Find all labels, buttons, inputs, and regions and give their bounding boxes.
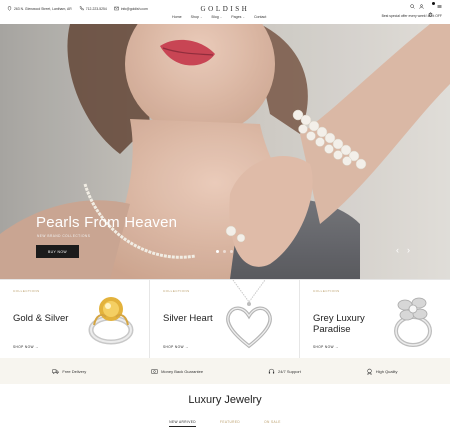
site-header: 263 N. Glenwood Street, Lantham, AR 712-… (0, 0, 450, 24)
money-back-icon (151, 368, 158, 374)
nav-label: Blog (211, 15, 219, 19)
shop-now-link[interactable]: SHOP NOW → (163, 345, 189, 349)
support-icon (268, 368, 275, 374)
nav-label: Shop (190, 15, 199, 19)
slider-dots (216, 250, 233, 253)
features-bar: Free Delivery Money Back Guarantee 24/7 … (0, 358, 450, 384)
nav-label: Home (172, 15, 182, 19)
flower-ring-image (394, 297, 432, 347)
collection-title: Grey Luxury Paradise (313, 313, 365, 335)
tab-on-sale[interactable]: ON SALE (264, 420, 281, 427)
chevron-down-icon: ⌄ (219, 15, 223, 19)
user-icon[interactable] (419, 4, 424, 9)
feature-label: High Quality (375, 368, 398, 374)
cart-button[interactable] (428, 2, 435, 17)
chevron-down-icon: ⌄ (200, 15, 203, 19)
buy-now-button[interactable]: BUY NOW (36, 245, 79, 258)
collection-eyebrow: COLLECTIONS (313, 289, 340, 293)
shop-now-link[interactable]: SHOP NOW → (313, 345, 339, 349)
site-logo[interactable]: GOLDISH (0, 5, 450, 13)
chevron-down-icon: ⌄ (242, 15, 245, 19)
feature-label: Free Delivery (62, 368, 87, 374)
feature-support: 24/7 Support (268, 368, 301, 375)
hero-model-image (0, 24, 450, 279)
feature-label: Money Back Guarantee (161, 368, 204, 374)
nav-label: Contact (253, 15, 267, 19)
nav-item-home[interactable]: Home (172, 15, 182, 19)
nav-label: Pages (231, 15, 242, 19)
main-nav: Home Shop ⌄ Blog ⌄ Pages ⌄ Contact (172, 15, 266, 19)
collection-card-silver-heart[interactable]: COLLECTIONS Silver Heart SHOP NOW → (150, 280, 300, 358)
menu-icon[interactable] (437, 4, 442, 9)
tab-featured[interactable]: FEATURED (220, 420, 240, 427)
search-icon[interactable] (410, 4, 415, 9)
collection-eyebrow: COLLECTIONS (163, 289, 190, 293)
collection-card-gold-silver[interactable]: COLLECTIONS Gold & Silver SHOP NOW → (0, 280, 150, 358)
truck-icon (52, 368, 60, 374)
collection-title: Gold & Silver (13, 313, 69, 324)
feature-label: 24/7 Support (277, 368, 301, 374)
gold-ring-image (88, 297, 134, 345)
nav-item-contact[interactable]: Contact (254, 15, 266, 19)
cart-count-badge (432, 2, 435, 5)
collection-eyebrow: COLLECTIONS (13, 289, 40, 293)
header-utilities (410, 2, 442, 17)
slider-dot[interactable] (223, 250, 226, 253)
product-tabs: NEW ARRIVED FEATURED ON SALE (0, 420, 450, 427)
quality-icon (367, 368, 372, 375)
collection-card-grey-luxury[interactable]: COLLECTIONS Grey Luxury Paradise SHOP NO… (300, 280, 450, 358)
heart-pendant-image (226, 280, 272, 349)
feature-high-quality: High Quality (366, 368, 398, 375)
nav-item-pages[interactable]: Pages ⌄ (231, 15, 245, 19)
collection-title: Silver Heart (163, 313, 213, 324)
slider-dot[interactable] (216, 250, 219, 253)
nav-item-shop[interactable]: Shop ⌄ (191, 15, 203, 19)
hero-subtitle: NEW BRAND COLLECTIONS (37, 234, 91, 238)
feature-money-back: Money Back Guarantee (151, 368, 203, 375)
slider-prev-arrow-icon[interactable]: ‹ (396, 245, 399, 255)
nav-item-blog[interactable]: Blog ⌄ (212, 15, 223, 19)
slider-dot[interactable] (230, 250, 233, 253)
feature-free-delivery: Free Delivery (52, 368, 86, 375)
collections-row: COLLECTIONS Gold & Silver SHOP NOW → COL… (0, 279, 450, 358)
section-title: Luxury Jewelry (188, 394, 262, 406)
slider-next-arrow-icon[interactable]: › (407, 245, 410, 255)
hero-title: Pearls From Heaven (36, 214, 178, 231)
promo-text: Best special offer every week! 40% OFF (381, 14, 442, 18)
shop-now-link[interactable]: SHOP NOW → (13, 345, 39, 349)
tab-new-arrived[interactable]: NEW ARRIVED (169, 420, 196, 427)
hero-slider: Pearls From Heaven NEW BRAND COLLECTIONS… (0, 24, 450, 279)
